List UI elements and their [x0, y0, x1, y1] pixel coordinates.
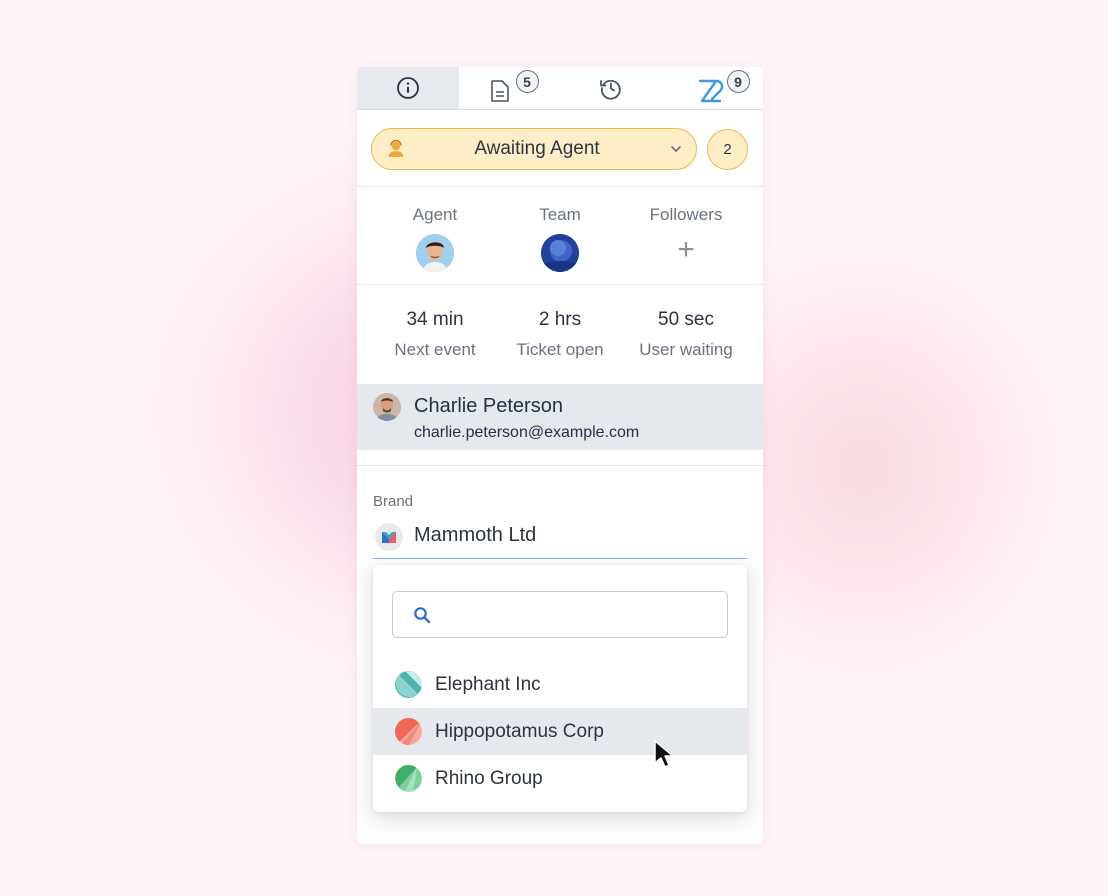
history-icon [599, 79, 621, 100]
brand-option-hippopotamus[interactable]: Hippopotamus Corp [373, 708, 747, 755]
search-icon [414, 607, 431, 624]
metric-caption: User waiting [639, 340, 733, 359]
brand-select[interactable]: Mammoth Ltd [373, 517, 747, 559]
brand-dropdown-menu: Elephant Inc Hippopotamus Corp Rhino Gro… [373, 565, 747, 812]
metric-value: 34 min [406, 309, 464, 330]
brand-option-rhino[interactable]: Rhino Group [373, 755, 747, 802]
tab-bar: 5 9 [357, 67, 763, 110]
status-dropdown[interactable]: Awaiting Agent [371, 128, 697, 170]
hippo-logo-icon [395, 718, 422, 745]
metric-next-event: 34 min Next event [367, 309, 503, 360]
team-label: Team [539, 205, 581, 224]
notes-count-badge: 5 [515, 70, 539, 93]
metric-ticket-open: 2 hrs Ticket open [492, 309, 628, 360]
requester-name: Charlie Peterson [414, 395, 563, 417]
brand-label: Brand [373, 493, 414, 510]
tab-history[interactable] [560, 67, 662, 109]
tab-info[interactable] [357, 67, 459, 109]
metric-value: 2 hrs [538, 309, 582, 330]
tab-notes[interactable]: 5 [459, 67, 561, 109]
brand-option-elephant[interactable]: Elephant Inc [373, 661, 747, 708]
section-divider [357, 465, 763, 466]
assignment-section: Agent Team Followers + [357, 187, 763, 285]
agent-label: Agent [412, 205, 458, 224]
agent-icon [388, 139, 404, 157]
option-label: Elephant Inc [435, 674, 541, 695]
elephant-logo-icon [395, 671, 422, 698]
mammoth-logo-icon [375, 523, 403, 551]
link-brand-icon [699, 79, 724, 103]
ticket-sidebar-panel: 5 9 Awaiting Agent 2 Agent Team Follower… [357, 67, 763, 844]
option-label: Hippopotamus Corp [435, 721, 604, 742]
team-column: Team [492, 205, 628, 272]
brand-search-input[interactable] [439, 598, 719, 631]
brand-search-box [392, 591, 728, 638]
metric-value: 50 sec [658, 309, 714, 330]
metric-caption: Next event [394, 340, 476, 359]
requester-avatar [373, 393, 401, 421]
followers-label: Followers [649, 205, 723, 224]
rhino-logo-icon [395, 765, 422, 792]
tab-linked[interactable]: 9 [662, 67, 764, 109]
linked-count-badge: 9 [726, 70, 750, 93]
document-icon [491, 80, 510, 102]
status-row: Awaiting Agent 2 [357, 110, 763, 187]
status-count-badge[interactable]: 2 [707, 129, 748, 170]
ticket-metrics: 34 min Next event 2 hrs Ticket open 50 s… [357, 285, 763, 384]
option-label: Rhino Group [435, 768, 543, 789]
team-avatar[interactable] [541, 234, 579, 272]
status-label: Awaiting Agent [474, 138, 600, 159]
metric-user-waiting: 50 sec User waiting [618, 309, 754, 360]
requester-card[interactable]: Charlie Peterson charlie.peterson@exampl… [357, 384, 763, 450]
metric-caption: Ticket open [516, 340, 604, 359]
chevron-down-icon [671, 146, 681, 152]
info-icon [396, 77, 419, 99]
agent-column: Agent [367, 205, 503, 272]
followers-column: Followers + [618, 205, 754, 269]
agent-avatar[interactable] [416, 234, 454, 272]
mouse-pointer-icon [654, 740, 674, 768]
add-follower-button[interactable]: + [618, 231, 754, 269]
requester-email: charlie.peterson@example.com [414, 424, 640, 441]
brand-value: Mammoth Ltd [414, 524, 537, 546]
